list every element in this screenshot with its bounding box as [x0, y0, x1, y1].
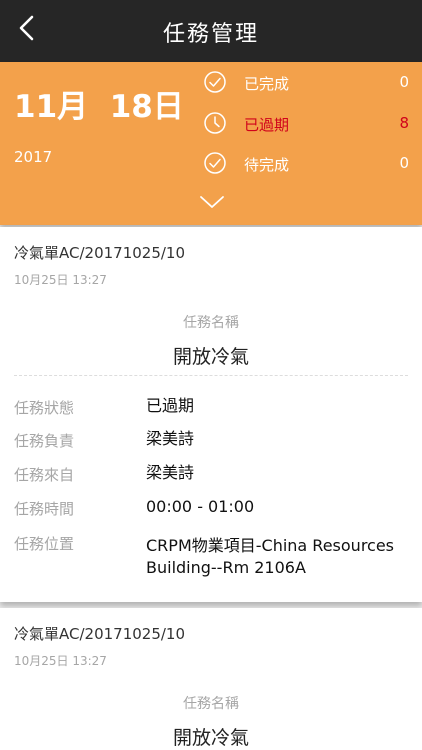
- task-name-label: 任務名稱: [183, 696, 239, 712]
- task-time-value: 00:00 - 01:00: [146, 497, 255, 516]
- divider: [14, 375, 408, 376]
- clock-icon: [204, 112, 226, 134]
- task-code: 冷氣單AC/20171025/10: [14, 244, 186, 262]
- task-location-label: 任務位置: [14, 535, 75, 553]
- stat-overdue-label: 已過期: [244, 116, 290, 134]
- current-date: 11月 18日: [14, 89, 184, 125]
- task-location-value: CRPM物業項目-China Resources Building--Rm 21…: [146, 536, 395, 577]
- current-year: 2017: [14, 148, 53, 166]
- chevron-down-icon[interactable]: [198, 193, 226, 211]
- task-summary-panel: 11月 18日 2017 已完成 0 已過期 8 待完成 0: [0, 62, 422, 225]
- stat-pending-label: 待完成: [244, 156, 290, 174]
- stat-pending[interactable]: 待完成 0: [203, 149, 413, 177]
- task-owner-value: 梁美詩: [146, 429, 195, 448]
- task-name-label: 任務名稱: [183, 315, 239, 331]
- check-circle-icon: [204, 71, 226, 93]
- check-circle-icon: [204, 152, 226, 174]
- task-owner-label: 任務負責: [14, 432, 75, 450]
- stat-overdue-count: 8: [399, 114, 409, 132]
- task-time-label: 任務時間: [14, 500, 75, 518]
- stat-completed-label: 已完成: [244, 75, 290, 93]
- page-title: 任務管理: [162, 22, 259, 47]
- stat-completed-count: 0: [399, 73, 409, 91]
- task-name: 開放冷氣: [172, 346, 249, 368]
- task-status-label: 任務狀態: [14, 399, 75, 417]
- task-from-value: 梁美詩: [146, 463, 195, 482]
- nav-bar: 任務管理: [0, 0, 422, 62]
- task-card[interactable]: 冷氣單AC/20171025/10 10月25日 13:27 任務名稱 開放冷氣: [0, 608, 422, 750]
- task-created-time: 10月25日 13:27: [14, 654, 107, 668]
- task-name: 開放冷氣: [172, 727, 249, 749]
- stat-overdue[interactable]: 已過期 8: [203, 109, 413, 137]
- stat-pending-count: 0: [399, 154, 409, 172]
- task-created-time: 10月25日 13:27: [14, 273, 107, 287]
- task-code: 冷氣單AC/20171025/10: [14, 625, 186, 643]
- task-card[interactable]: 冷氣單AC/20171025/10 10月25日 13:27 任務名稱 開放冷氣…: [0, 227, 422, 602]
- task-status-value: 已過期: [146, 396, 195, 415]
- task-from-label: 任務來自: [14, 466, 75, 484]
- stat-completed[interactable]: 已完成 0: [203, 68, 413, 96]
